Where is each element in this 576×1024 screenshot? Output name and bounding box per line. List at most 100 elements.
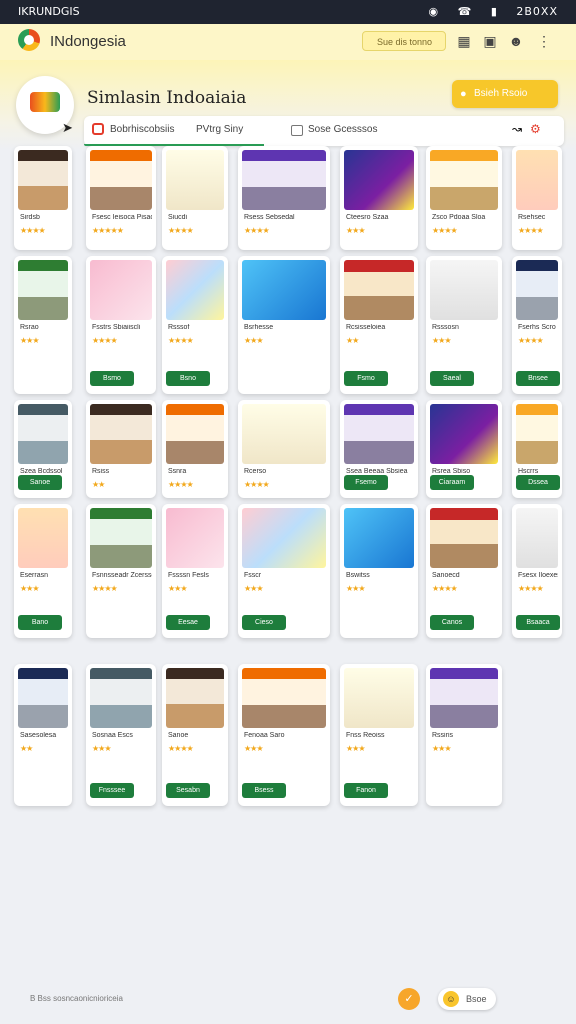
card-title: Fserhs Scro xyxy=(518,324,556,331)
rating-stars: ★★★★ xyxy=(244,480,270,489)
store-card[interactable]: Ssnra ★★★★ xyxy=(162,400,228,498)
card-button[interactable]: Bsmo xyxy=(90,371,134,386)
graph-icon[interactable]: ↝ xyxy=(512,122,522,136)
store-card[interactable]: Szea Bcdssol★★★★Sanoe xyxy=(14,400,72,498)
store-image xyxy=(430,150,498,210)
rating-stars: ★★★★ xyxy=(244,226,270,235)
rating-stars: ★★★★ xyxy=(92,336,118,345)
store-card[interactable]: Fsesc Ieisoca Pisao ★★★★★ xyxy=(86,146,156,250)
store-card[interactable]: Ssea Beeaa Sbsiea★★★Fsemo xyxy=(340,400,418,498)
store-card[interactable]: Siucdi ★★★★ xyxy=(162,146,228,250)
store-image xyxy=(242,404,326,464)
search-input[interactable]: Sue dis tonno xyxy=(362,31,446,51)
tab-1[interactable]: Bobrhiscobsiis xyxy=(110,124,174,135)
card-title: Eserrasn xyxy=(20,572,49,579)
store-image xyxy=(430,668,498,728)
menu-icon[interactable]: ⋮ xyxy=(536,33,552,49)
card-title: Sosnaa Escs xyxy=(92,732,133,739)
store-card[interactable]: Fsnnsseadr Zcerssed ★★★★ xyxy=(86,504,156,638)
store-card[interactable]: Rsrao ★★★ xyxy=(14,256,72,394)
card-button[interactable]: Fsmo xyxy=(344,371,388,386)
toolbar: Bobrhiscobsiis PVtrg Siny Sose Gcesssos … xyxy=(84,116,564,146)
store-card[interactable]: Sanoecd ★★★★ Canos xyxy=(426,504,502,638)
tab-2[interactable]: PVtrg Siny xyxy=(196,124,243,135)
store-card[interactable]: Fssssn Fesls ★★★ Eesae xyxy=(162,504,228,638)
store-card[interactable]: Fsscr ★★★ Cieso xyxy=(238,504,330,638)
store-image xyxy=(242,668,326,728)
store-card[interactable]: Sirdsb ★★★★ xyxy=(14,146,72,250)
card-title: Sirdsb xyxy=(20,214,40,221)
store-card[interactable]: Zsco Pdoaa Sloa ★★★★ xyxy=(426,146,502,250)
store-card[interactable]: Bsrhesse ★★★ xyxy=(238,256,330,394)
card-title: Rssiris xyxy=(432,732,453,739)
store-image xyxy=(242,508,326,568)
card-button[interactable]: Canos xyxy=(430,615,474,630)
card-button[interactable]: Cieso xyxy=(242,615,286,630)
card-button[interactable]: Saeal xyxy=(430,371,474,386)
card-button[interactable]: Fsemo xyxy=(344,475,388,490)
tab-3[interactable]: Sose Gcesssos xyxy=(308,124,377,135)
store-card[interactable]: Fserhs Scro ★★★★ Bnsee xyxy=(512,256,562,394)
filter-icon[interactable] xyxy=(92,123,104,135)
store-card[interactable]: Rsssosn ★★★ Saeal xyxy=(426,256,502,394)
card-title: Rsiss xyxy=(92,468,110,475)
store-image xyxy=(18,668,68,728)
calendar-icon[interactable]: ▦ xyxy=(456,33,472,49)
store-card[interactable]: Hscrrs★★★★Dssea xyxy=(512,400,562,498)
rating-stars: ★★★ xyxy=(20,336,39,345)
card-title: Hscrrs xyxy=(518,468,539,475)
store-image xyxy=(90,668,152,728)
rating-stars: ★★★★★ xyxy=(92,226,124,235)
store-card[interactable]: Rsess Sebsedal ★★★★ xyxy=(238,146,330,250)
store-card[interactable]: Sasesolesa ★★ xyxy=(14,664,72,806)
smile-icon: ☺ xyxy=(443,991,459,1007)
store-image xyxy=(344,260,414,320)
card-button[interactable]: Bano xyxy=(18,615,62,630)
footer-action-button[interactable]: ☺ Bsoe xyxy=(438,988,496,1010)
store-image xyxy=(344,668,414,728)
status-right-text: 2B0XX xyxy=(516,5,558,18)
card-button[interactable]: Bsaaca xyxy=(516,615,560,630)
card-button[interactable]: Eesae xyxy=(166,615,210,630)
card-title: Sasesolesa xyxy=(20,732,57,739)
card-button[interactable]: Bsess xyxy=(242,783,286,798)
store-card[interactable]: Rsiss ★★ xyxy=(86,400,156,498)
store-card[interactable]: Rsssof ★★★★ Bsno xyxy=(162,256,228,394)
primary-button-label: Bsieh Rsoio xyxy=(474,88,528,99)
card-button[interactable]: Sesabn xyxy=(166,783,210,798)
card-button[interactable]: Dssea xyxy=(516,475,560,490)
card-button[interactable]: Bnsee xyxy=(516,371,560,386)
store-card[interactable]: Sanoe ★★★★ Sesabn xyxy=(162,664,228,806)
app-header: INdongesia Sue dis tonno ▦ ▣ ☻ ⋮ xyxy=(0,24,576,60)
store-card[interactable]: Fsesx Iloexesdx ★★★★ Bsaaca xyxy=(512,504,562,638)
store-card[interactable]: Fsstrs Sbiaiiscli ★★★★ Bsmo xyxy=(86,256,156,394)
card-button[interactable]: Fanon xyxy=(344,783,388,798)
fab-button[interactable]: ✓ xyxy=(398,988,420,1010)
store-image xyxy=(18,150,68,210)
card-button[interactable]: Fnsssee xyxy=(90,783,134,798)
rating-stars: ★★ xyxy=(346,336,359,345)
store-card[interactable]: Rssiris ★★★ xyxy=(426,664,502,806)
store-card[interactable]: Rcerso ★★★★ xyxy=(238,400,330,498)
store-card[interactable]: Rsehsec ★★★★ xyxy=(512,146,562,250)
store-card[interactable]: Bswitss ★★★ xyxy=(340,504,418,638)
store-card[interactable]: Rcsisseloiea ★★ Fsmo xyxy=(340,256,418,394)
store-card[interactable]: Fenoaa Saro ★★★ Bsess xyxy=(238,664,330,806)
store-card[interactable]: Fnss Reoiss ★★★ Fanon xyxy=(340,664,418,806)
card-title: Ssnra xyxy=(168,468,187,475)
card-button[interactable]: Ciaraam xyxy=(430,475,474,490)
user-icon[interactable]: ☻ xyxy=(508,33,524,49)
store-card[interactable]: Rsrea Sbiso★★★★Ciaraam xyxy=(426,400,502,498)
settings-icon[interactable]: ⚙ xyxy=(530,122,541,136)
card-title: Fsnnsseadr Zcerssed xyxy=(92,572,152,579)
store-card[interactable]: Eserrasn ★★★ Bano xyxy=(14,504,72,638)
rating-stars: ★★★★ xyxy=(432,584,458,593)
store-image xyxy=(430,508,498,568)
primary-button[interactable]: ● Bsieh Rsoio xyxy=(452,80,558,108)
card-button[interactable]: Sanoe xyxy=(18,475,62,490)
store-card[interactable]: Cteesro Szaa ★★★ xyxy=(340,146,418,250)
cart-icon[interactable]: ▣ xyxy=(482,33,498,49)
card-button[interactable]: Bsno xyxy=(166,371,210,386)
store-card[interactable]: Sosnaa Escs ★★★ Fnsssee xyxy=(86,664,156,806)
store-image xyxy=(90,260,152,320)
